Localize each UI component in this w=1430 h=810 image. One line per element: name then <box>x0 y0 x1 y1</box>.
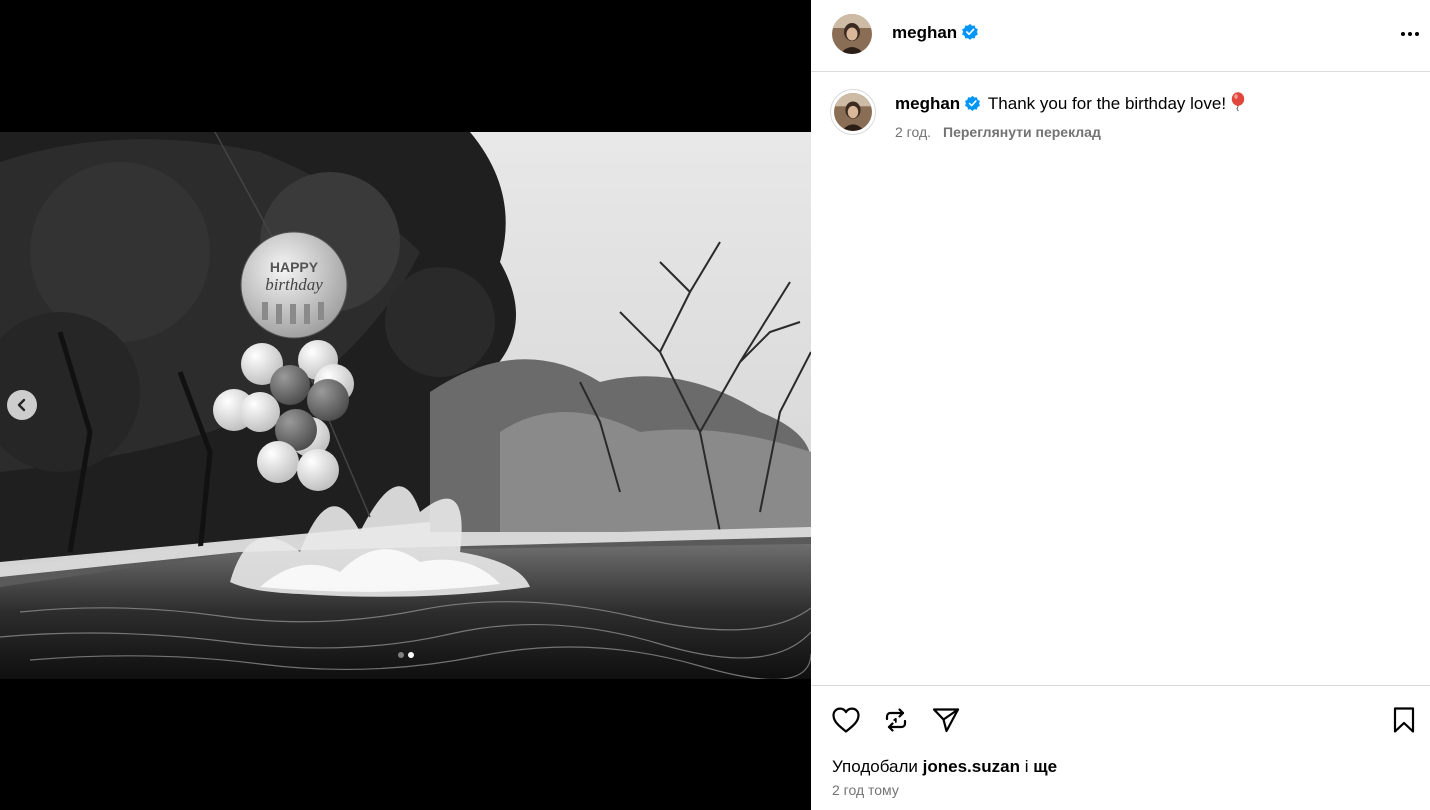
username-label: meghan <box>892 23 958 42</box>
share-button[interactable] <box>930 704 962 736</box>
carousel-dot <box>397 652 404 658</box>
likes-summary: Уподобали jones.suzan і ще <box>832 757 1057 777</box>
save-button[interactable] <box>1388 704 1420 736</box>
like-button[interactable] <box>830 704 862 736</box>
caption-username[interactable]: meghan <box>895 94 960 113</box>
relative-time[interactable]: 2 год. <box>895 124 931 140</box>
likes-more-link[interactable]: ще <box>1033 757 1057 776</box>
balloon-icon <box>1231 92 1245 112</box>
carousel-prev-button[interactable] <box>7 390 37 420</box>
profile-photo <box>832 14 872 54</box>
more-options-icon <box>1401 32 1419 36</box>
likes-prefix: Уподобали <box>832 757 918 776</box>
repost-icon <box>885 708 907 732</box>
verified-badge-icon <box>965 95 981 111</box>
carousel-indicator <box>0 652 811 658</box>
caption-text: Thank you for the birthday love! <box>987 94 1227 113</box>
chevron-left-icon <box>17 398 26 412</box>
post-actions: Уподобали jones.suzan і ще 2 год тому <box>811 685 1430 810</box>
post-details: meghan meghan Thank you for the birthday… <box>811 0 1430 810</box>
media-viewer: HAPPY birthday <box>0 0 811 810</box>
caption-avatar[interactable] <box>830 89 876 135</box>
bookmark-icon <box>1393 707 1415 733</box>
svg-text:birthday: birthday <box>265 275 323 294</box>
avatar[interactable] <box>832 14 872 54</box>
profile-photo <box>834 93 872 131</box>
see-translation-link[interactable]: Переглянути переклад <box>943 124 1101 140</box>
caption-meta: 2 год. Переглянути переклад <box>895 124 1101 140</box>
post-header: meghan <box>811 0 1430 72</box>
post-timestamp[interactable]: 2 год тому <box>832 782 899 798</box>
verified-badge-icon <box>962 23 979 40</box>
likes-conjunction: і <box>1024 757 1029 776</box>
carousel-dot <box>407 652 414 658</box>
more-options-button[interactable] <box>1398 22 1422 46</box>
repost-button[interactable] <box>880 704 912 736</box>
send-icon <box>932 708 960 733</box>
header-username[interactable]: meghan <box>892 23 979 43</box>
heart-icon <box>832 707 860 733</box>
likes-user-link[interactable]: jones.suzan <box>923 757 1020 776</box>
caption-line: meghan Thank you for the birthday love! <box>895 92 1246 114</box>
foil-balloon-text: HAPPY <box>270 259 319 275</box>
post-photo: HAPPY birthday <box>0 132 811 679</box>
